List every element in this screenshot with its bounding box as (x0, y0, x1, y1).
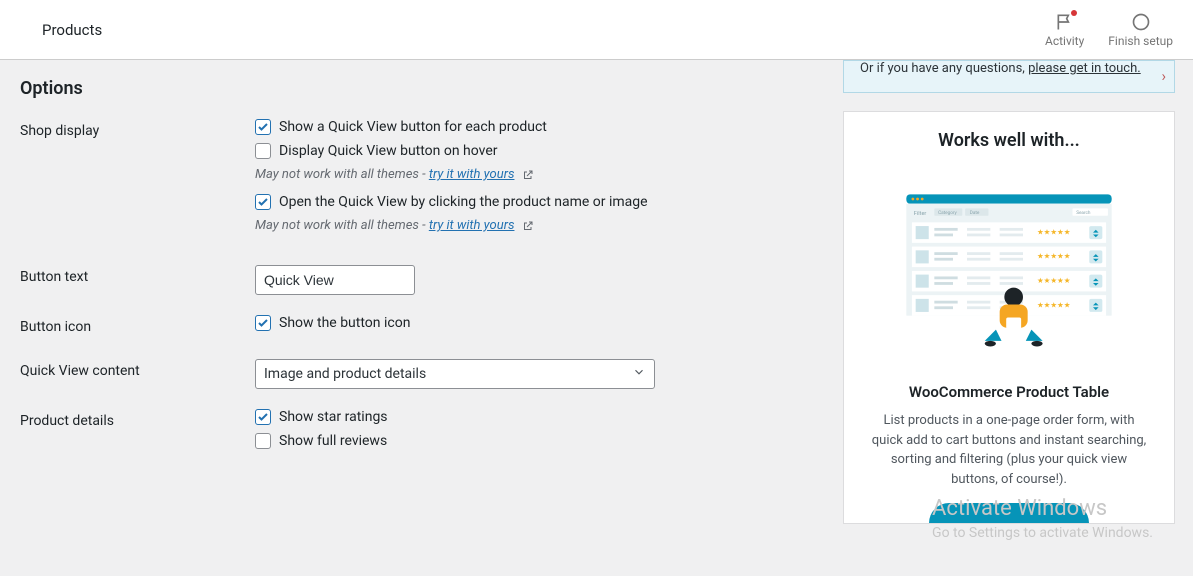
main-content: Options Shop display Show a Quick View b… (0, 60, 1193, 524)
checkbox-label: Display Quick View button on hover (279, 143, 498, 159)
checkbox-show-button-icon[interactable] (255, 315, 271, 331)
promo-illustration: Filter Category Date Search ★★★★★ (862, 169, 1156, 369)
try-it-link[interactable]: try it with yours (429, 218, 515, 233)
field-qv-content: Quick View content Image and product det… (20, 359, 823, 389)
field-controls: Show a Quick View button for each produc… (255, 119, 823, 245)
svg-text:★★★★★: ★★★★★ (1037, 276, 1070, 285)
svg-text:Date: Date (970, 210, 980, 216)
checkbox-row: Show the button icon (255, 315, 823, 331)
checkbox-row: Show star ratings (255, 409, 823, 425)
field-controls (255, 265, 823, 295)
svg-text:★★★★★: ★★★★★ (1037, 300, 1070, 309)
field-label-product-details: Product details (20, 409, 255, 429)
qv-content-select[interactable]: Image and product details (255, 359, 655, 389)
checkbox-label: Show the button icon (279, 315, 410, 331)
circle-icon (1131, 12, 1151, 32)
promo-card: Works well with... Filter Category Date … (843, 111, 1175, 524)
field-controls: Image and product details (255, 359, 823, 389)
activity-button[interactable]: Activity (1045, 12, 1084, 48)
checkbox-display-on-hover[interactable] (255, 143, 271, 159)
activity-label: Activity (1045, 34, 1084, 48)
field-shop-display: Shop display Show a Quick View button fo… (20, 119, 823, 245)
finish-setup-button[interactable]: Finish setup (1108, 12, 1173, 48)
checkbox-row: Show a Quick View button for each produc… (255, 119, 823, 135)
notice-text: Or if you have any questions, (860, 61, 1028, 76)
field-label-qv-content: Quick View content (20, 359, 255, 379)
checkbox-row: Display Quick View button on hover (255, 143, 823, 159)
get-in-touch-link[interactable]: please get in touch. (1028, 61, 1141, 76)
field-button-text: Button text (20, 265, 823, 295)
checkbox-label: Show star ratings (279, 409, 388, 425)
field-product-details: Product details Show star ratings Show f… (20, 409, 823, 457)
hint-text: May not work with all themes - try it wi… (255, 218, 823, 233)
svg-text:Category: Category (938, 210, 957, 216)
button-text-input[interactable] (255, 265, 415, 295)
svg-text:★★★★★: ★★★★★ (1037, 227, 1070, 236)
field-controls: Show star ratings Show full reviews (255, 409, 823, 457)
field-label-button-text: Button text (20, 265, 255, 285)
checkbox-open-by-click[interactable] (255, 194, 271, 210)
settings-panel: Options Shop display Show a Quick View b… (0, 60, 843, 524)
page-title: Products (20, 21, 102, 39)
checkbox-row: Show full reviews (255, 433, 823, 449)
close-icon[interactable]: › (1161, 67, 1166, 85)
field-label-button-icon: Button icon (20, 315, 255, 335)
field-label-shop-display: Shop display (20, 119, 255, 139)
chevron-down-icon (632, 365, 646, 383)
checkbox-star-ratings[interactable] (255, 409, 271, 425)
select-value: Image and product details (264, 366, 426, 382)
promo-description: List products in a one-page order form, … (862, 411, 1156, 489)
promo-title: Works well with... (862, 130, 1156, 151)
info-notice: Or if you have any questions, please get… (843, 60, 1175, 93)
try-it-link[interactable]: try it with yours (429, 167, 515, 182)
promo-subtitle: WooCommerce Product Table (862, 383, 1156, 401)
checkbox-label: Open the Quick View by clicking the prod… (279, 194, 648, 210)
flag-icon (1055, 12, 1075, 32)
svg-text:Search: Search (1076, 210, 1091, 216)
section-title: Options (20, 78, 823, 99)
finish-setup-label: Finish setup (1108, 34, 1173, 48)
topbar-actions: Activity Finish setup (1045, 12, 1173, 48)
checkbox-label: Show a Quick View button for each produc… (279, 119, 547, 135)
external-link-icon (522, 169, 534, 181)
svg-text:★★★★★: ★★★★★ (1037, 252, 1070, 261)
sidebar: Or if you have any questions, please get… (843, 60, 1193, 524)
field-button-icon: Button icon Show the button icon (20, 315, 823, 339)
checkbox-row: Open the Quick View by clicking the prod… (255, 194, 823, 210)
hint-text: May not work with all themes - try it wi… (255, 167, 823, 182)
field-controls: Show the button icon (255, 315, 823, 339)
notification-dot-icon (1071, 10, 1077, 16)
checkbox-full-reviews[interactable] (255, 433, 271, 449)
top-bar: Products Activity Finish setup (0, 0, 1193, 60)
checkbox-label: Show full reviews (279, 433, 387, 449)
checkbox-show-quick-view[interactable] (255, 119, 271, 135)
svg-text:Filter: Filter (914, 211, 927, 217)
external-link-icon (522, 220, 534, 232)
promo-cta-button[interactable] (929, 503, 1089, 523)
